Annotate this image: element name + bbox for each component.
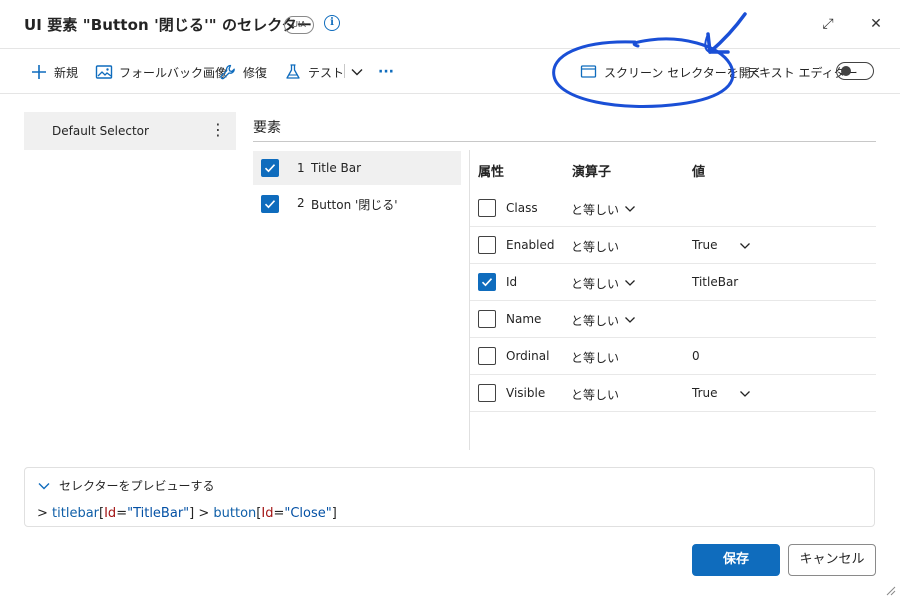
chevron-down-icon[interactable] — [624, 316, 636, 324]
elements-divider — [253, 141, 876, 142]
attribute-name: Id — [506, 275, 518, 289]
operator-text: と等しい — [571, 351, 620, 365]
repair-label: 修復 — [243, 65, 268, 80]
text-editor-toggle[interactable] — [836, 62, 874, 80]
chevron-down-icon[interactable] — [739, 390, 751, 398]
code-combinator: > — [194, 506, 214, 521]
attribute-checkbox[interactable] — [478, 347, 496, 365]
chevron-down-icon[interactable] — [739, 242, 751, 250]
new-label: 新規 — [54, 65, 79, 80]
attribute-name: Enabled — [506, 238, 555, 252]
chevron-down-icon[interactable] — [624, 205, 636, 213]
checkmark-icon — [481, 278, 493, 287]
chevron-down-icon — [38, 482, 50, 489]
save-button[interactable]: 保存 — [692, 544, 780, 576]
code-attr: Id — [261, 506, 274, 521]
code-prompt: > — [37, 506, 53, 521]
code-string: "TitleBar" — [127, 506, 190, 521]
attribute-name: Visible — [506, 386, 546, 400]
restore-icon[interactable]: ⤢ — [818, 14, 838, 34]
new-button[interactable]: 新規 — [30, 62, 78, 82]
image-icon — [95, 65, 113, 79]
element-row[interactable]: 1 Title Bar — [253, 151, 461, 185]
wrench-icon — [220, 64, 235, 80]
attribute-checkbox[interactable] — [478, 236, 496, 254]
chevron-down-icon — [351, 69, 363, 76]
code-equals: = — [273, 506, 285, 521]
element-label: Title Bar — [311, 161, 362, 175]
attribute-name: Ordinal — [506, 349, 550, 363]
fallback-image-label: フォールバック画像 — [119, 65, 228, 80]
test-label: テスト — [308, 65, 345, 80]
resize-grip-icon[interactable] — [884, 584, 896, 596]
flask-icon — [286, 64, 300, 79]
value-dropdown[interactable]: True — [692, 386, 718, 400]
attribute-checkbox[interactable] — [478, 310, 496, 328]
attribute-checkbox[interactable] — [478, 384, 496, 402]
toolbar-divider — [0, 93, 900, 94]
code-tag: button — [213, 506, 257, 521]
element-checkbox[interactable] — [261, 159, 279, 177]
code-attr: Id — [104, 506, 117, 521]
operator-text: と等しい — [571, 388, 620, 402]
element-index: 2 — [297, 196, 305, 210]
plus-icon — [32, 65, 46, 79]
attribute-name: Name — [506, 312, 542, 326]
toolbar-separator — [344, 64, 345, 78]
element-index: 1 — [297, 161, 305, 175]
kebab-menu-icon[interactable]: ⋮ — [210, 120, 226, 140]
attr-header-operator: 演算子 — [572, 165, 612, 180]
uia-badge: UIA — [284, 16, 314, 34]
code-string: "Close" — [284, 506, 332, 521]
toggle-knob — [841, 66, 851, 76]
attr-header-name: 属性 — [478, 165, 505, 180]
selector-preview-panel: セレクターをプレビューする > titlebar[Id="TitleBar"] … — [24, 467, 875, 527]
element-row[interactable]: 2 Button '閉じる' — [253, 187, 461, 221]
header-divider — [0, 48, 900, 49]
code-tag: titlebar — [52, 506, 100, 521]
attribute-checkbox[interactable] — [478, 199, 496, 217]
close-icon[interactable]: ✕ — [866, 14, 886, 34]
attribute-row-enabled: Enabled と等しい True — [470, 227, 876, 264]
attribute-row-ordinal: Ordinal と等しい 0 — [470, 338, 876, 375]
selector-preview-code: > titlebar[Id="TitleBar"] > button[Id="C… — [37, 506, 337, 521]
attribute-row-class: Class と等しい — [470, 190, 876, 227]
attribute-name: Class — [506, 201, 538, 215]
code-equals: = — [116, 506, 128, 521]
attribute-value[interactable]: TitleBar — [692, 275, 738, 289]
annotation-ink — [552, 12, 747, 108]
selector-item-default[interactable]: Default Selector ⋮ — [24, 112, 236, 150]
selector-item-label: Default Selector — [52, 124, 149, 138]
test-button[interactable]: テスト — [284, 62, 344, 82]
element-label: Button '閉じる' — [311, 198, 398, 212]
elements-section-title: 要素 — [253, 120, 281, 136]
attribute-checkbox[interactable] — [478, 273, 496, 291]
preview-label: セレクターをプレビューする — [59, 479, 215, 493]
operator-dropdown[interactable]: と等しい — [571, 275, 619, 292]
test-dropdown-button[interactable] — [350, 62, 370, 82]
info-icon[interactable]: i — [324, 15, 340, 31]
attribute-row-id: Id と等しい TitleBar — [470, 264, 876, 301]
more-options-icon[interactable]: ··· — [378, 62, 394, 82]
operator-dropdown[interactable]: と等しい — [571, 201, 619, 218]
attribute-value[interactable]: 0 — [692, 349, 700, 363]
repair-button[interactable]: 修復 — [219, 62, 267, 82]
operator-dropdown[interactable]: と等しい — [571, 312, 619, 329]
value-dropdown[interactable]: True — [692, 238, 718, 252]
element-checkbox[interactable] — [261, 195, 279, 213]
fallback-image-button[interactable]: フォールバック画像 — [95, 62, 227, 82]
dialog-title: UI 要素 "Button '閉じる'" のセレクター — [24, 16, 313, 34]
chevron-down-icon[interactable] — [624, 279, 636, 287]
attr-header-value: 値 — [692, 165, 706, 180]
operator-text: と等しい — [571, 240, 620, 254]
attribute-row-name: Name と等しい — [470, 301, 876, 338]
code-bracket: ] — [331, 506, 337, 521]
attribute-row-visible: Visible と等しい True — [470, 375, 876, 412]
preview-toggle[interactable]: セレクターをプレビューする — [37, 477, 215, 494]
checkmark-icon — [264, 200, 276, 209]
checkmark-icon — [264, 164, 276, 173]
cancel-button[interactable]: キャンセル — [788, 544, 876, 576]
